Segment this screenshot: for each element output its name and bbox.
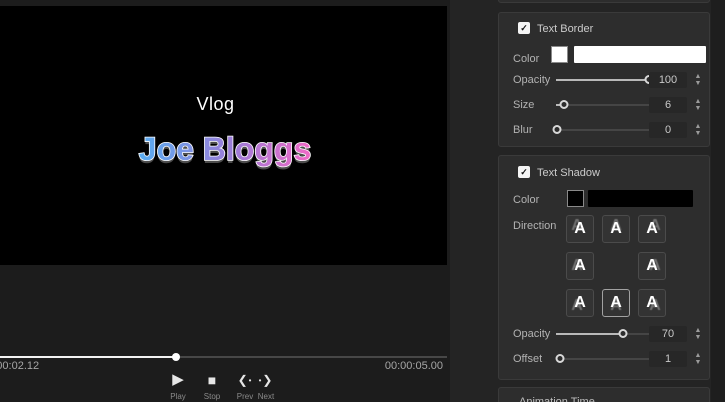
border-size-slider[interactable] (556, 100, 651, 109)
stepper-up-icon[interactable]: ▲ (692, 327, 704, 334)
shadow-offset-slider[interactable] (555, 354, 651, 363)
slider-handle[interactable] (618, 329, 627, 338)
direction-glyph: A (610, 220, 622, 237)
shadow-direction-label: Direction (513, 220, 557, 232)
text-border-title: Text Border (537, 23, 594, 35)
shadow-direction-top-left-button[interactable]: A (566, 215, 594, 243)
direction-glyph: A (574, 220, 586, 237)
direction-glyph: A (574, 257, 586, 274)
shadow-direction-top-button[interactable]: A (602, 215, 630, 243)
group-box-partial (498, 0, 710, 3)
border-blur-stepper[interactable]: ▲ ▼ (692, 123, 704, 139)
shadow-opacity-stepper[interactable]: ▲ ▼ (692, 327, 704, 343)
play-button[interactable]: ▶ Play (160, 370, 196, 401)
border-size-label: Size (513, 99, 535, 111)
text-border-group: ✓ Text Border Color Opacity 100 ▲ ▼ Size… (498, 12, 710, 147)
border-color-bar[interactable] (574, 46, 706, 63)
border-color-label: Color (513, 53, 540, 65)
playback-timeline[interactable] (0, 352, 447, 361)
panel-scrollbar[interactable] (711, 0, 725, 402)
text-border-checkbox[interactable]: ✓ (518, 22, 530, 34)
shadow-direction-right-button[interactable]: A (638, 252, 666, 280)
stepper-up-icon[interactable]: ▲ (692, 73, 704, 80)
text-shadow-group: ✓ Text Shadow Color Direction A A A A A … (498, 155, 710, 380)
stepper-down-icon[interactable]: ▼ (692, 359, 704, 366)
shadow-direction-bottom-left-button[interactable]: A (566, 289, 594, 317)
stepper-down-icon[interactable]: ▼ (692, 334, 704, 341)
play-icon: ▶ (172, 371, 184, 388)
border-size-value[interactable]: 6 (649, 97, 687, 113)
next-icon: •❯ (258, 373, 274, 387)
current-time-label: 00:00:02.12 (0, 360, 40, 372)
next-button[interactable]: •❯ Next (251, 370, 281, 401)
shadow-color-swatch[interactable] (567, 190, 584, 207)
border-size-stepper[interactable]: ▲ ▼ (692, 98, 704, 114)
slider-track[interactable] (556, 358, 651, 360)
shadow-color-label: Color (513, 194, 540, 206)
check-icon: ✓ (520, 23, 528, 33)
border-opacity-value[interactable]: 100 (649, 72, 687, 88)
border-color-swatch[interactable] (551, 46, 568, 63)
shadow-direction-left-button[interactable]: A (566, 252, 594, 280)
shadow-offset-stepper[interactable]: ▲ ▼ (692, 352, 704, 368)
direction-glyph: A (610, 294, 622, 311)
slider-fill (556, 333, 623, 335)
border-opacity-slider[interactable] (556, 75, 654, 84)
border-opacity-stepper[interactable]: ▲ ▼ (692, 73, 704, 89)
direction-glyph: A (574, 294, 586, 311)
stop-button-label: Stop (203, 392, 221, 401)
play-button-label: Play (170, 392, 186, 401)
video-preview[interactable]: Vlog Joe Bloggs Joe Bloggs (0, 6, 447, 265)
stop-button[interactable]: ■ Stop (196, 370, 228, 401)
text-shadow-checkbox[interactable]: ✓ (518, 166, 530, 178)
slider-fill (556, 79, 650, 81)
shadow-direction-bottom-button[interactable]: A (602, 289, 630, 317)
shadow-color-bar[interactable] (588, 190, 693, 207)
stepper-up-icon[interactable]: ▲ (692, 352, 704, 359)
shadow-direction-bottom-right-button[interactable]: A (638, 289, 666, 317)
video-editor-window: Vlog Joe Bloggs Joe Bloggs 00:00:02.12 0… (0, 0, 725, 402)
direction-glyph: A (646, 220, 658, 237)
stepper-up-icon[interactable]: ▲ (692, 98, 704, 105)
shadow-direction-top-right-button[interactable]: A (638, 215, 666, 243)
shadow-opacity-slider[interactable] (556, 329, 651, 338)
stepper-down-icon[interactable]: ▼ (692, 130, 704, 137)
shadow-opacity-label: Opacity (513, 328, 551, 340)
shadow-offset-value[interactable]: 1 (649, 351, 687, 367)
total-time-label: 00:00:05.00 (384, 360, 443, 372)
stepper-down-icon[interactable]: ▼ (692, 105, 704, 112)
preview-pane: Vlog Joe Bloggs Joe Bloggs 00:00:02.12 0… (0, 0, 450, 402)
slider-handle[interactable] (552, 125, 562, 134)
stepper-up-icon[interactable]: ▲ (692, 123, 704, 130)
timeline-handle[interactable] (172, 353, 181, 361)
stepper-down-icon[interactable]: ▼ (692, 80, 704, 87)
animation-time-title: Animation Time (519, 396, 595, 402)
border-opacity-label: Opacity (513, 74, 551, 86)
text-shadow-title: Text Shadow (537, 167, 600, 179)
preview-name-text: Joe Bloggs (139, 131, 311, 167)
slider-handle[interactable] (559, 100, 569, 109)
border-blur-value[interactable]: 0 (649, 122, 687, 138)
slider-track[interactable] (556, 104, 651, 106)
shadow-opacity-value[interactable]: 70 (649, 326, 687, 342)
direction-glyph: A (646, 257, 658, 274)
slider-handle[interactable] (555, 354, 565, 363)
check-icon: ✓ (520, 167, 528, 177)
timeline-progress-fill (0, 356, 177, 358)
preview-name-text-graphic: Joe Bloggs Joe Bloggs (138, 130, 312, 170)
stop-icon: ■ (207, 372, 217, 388)
next-button-label: Next (257, 392, 275, 401)
shadow-offset-label: Offset (513, 353, 543, 365)
animation-time-group: Animation Time (498, 387, 710, 402)
border-blur-label: Blur (513, 124, 533, 136)
direction-glyph: A (646, 294, 658, 311)
border-blur-slider[interactable] (552, 125, 651, 134)
preview-title-text: Vlog (196, 94, 235, 114)
slider-track[interactable] (556, 129, 651, 131)
